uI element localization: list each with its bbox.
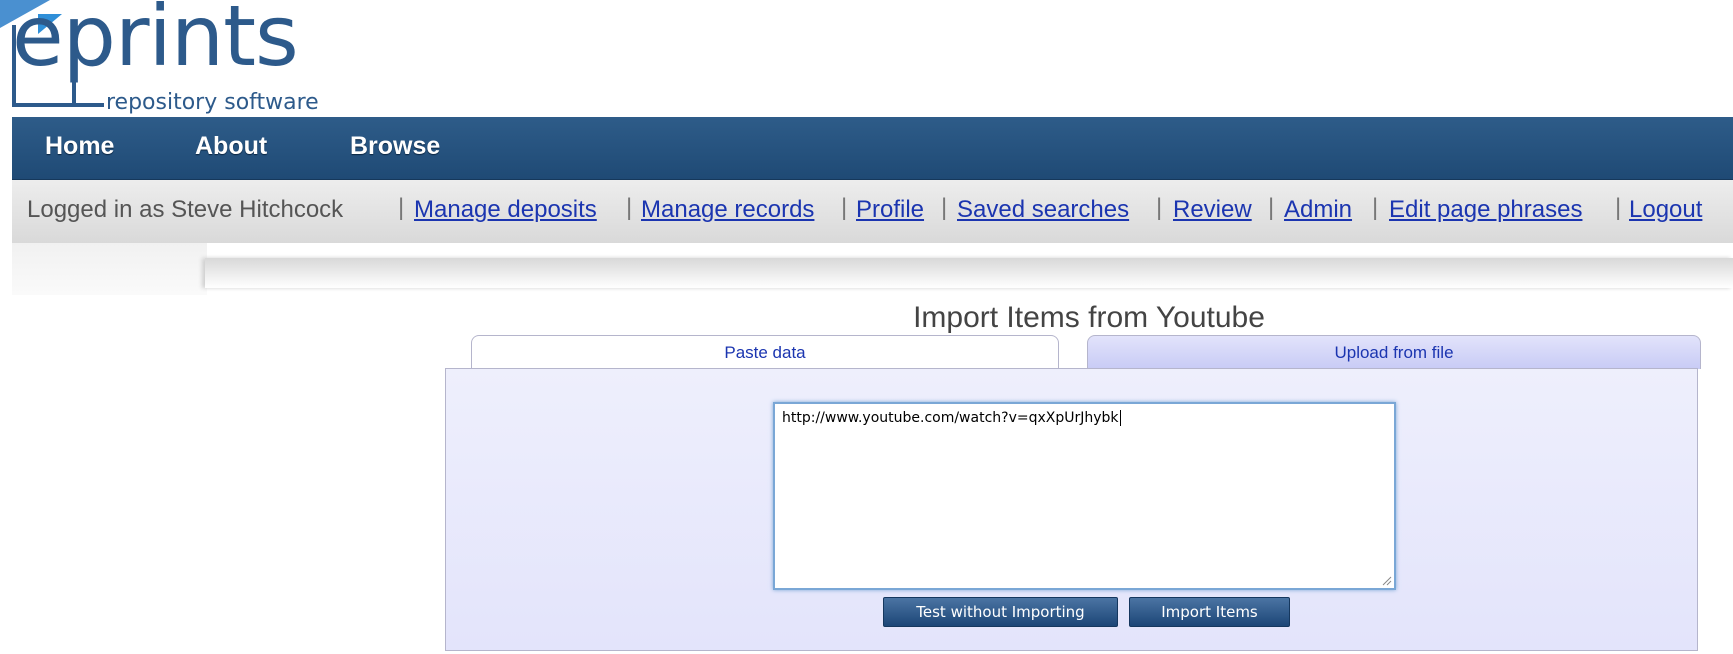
page: eprints repository software Home About B… — [0, 0, 1733, 654]
link-manage-records[interactable]: Manage records — [641, 196, 814, 224]
logo-wordmark: eprints — [12, 0, 299, 85]
separator: | — [1372, 194, 1379, 221]
separator: | — [398, 194, 405, 221]
content-shadow — [205, 258, 1733, 288]
user-bar: Logged in as Steve Hitchcock | Manage de… — [12, 180, 1733, 243]
paste-data-value: http://www.youtube.com/watch?v=qxXpUrJhy… — [782, 410, 1119, 426]
text-cursor — [1119, 410, 1121, 426]
left-shade — [12, 243, 207, 295]
tab-paste-data[interactable]: Paste data — [471, 335, 1059, 369]
separator: | — [1615, 194, 1622, 221]
link-saved-searches[interactable]: Saved searches — [957, 196, 1129, 224]
nav-home[interactable]: Home — [45, 132, 114, 161]
separator: | — [841, 194, 848, 221]
separator: | — [941, 194, 948, 221]
link-logout[interactable]: Logout — [1629, 196, 1702, 224]
link-edit-page-phrases[interactable]: Edit page phrases — [1389, 196, 1582, 224]
separator: | — [1156, 194, 1163, 221]
separator: | — [626, 194, 633, 221]
nav-about[interactable]: About — [195, 132, 267, 161]
paste-data-textarea[interactable]: http://www.youtube.com/watch?v=qxXpUrJhy… — [773, 402, 1396, 590]
import-items-button[interactable]: Import Items — [1129, 597, 1290, 627]
test-without-importing-button[interactable]: Test without Importing — [883, 597, 1118, 627]
link-admin[interactable]: Admin — [1284, 196, 1352, 224]
separator: | — [1268, 194, 1275, 221]
logged-in-text: Logged in as Steve Hitchcock — [27, 196, 344, 223]
link-profile[interactable]: Profile — [856, 196, 924, 224]
page-title: Import Items from Youtube — [913, 301, 1265, 334]
link-manage-deposits[interactable]: Manage deposits — [414, 196, 597, 224]
eprints-logo[interactable]: eprints repository software — [0, 0, 340, 118]
resize-grip-icon[interactable] — [1382, 576, 1392, 586]
top-navigation: Home About Browse — [12, 117, 1733, 181]
link-review[interactable]: Review — [1173, 196, 1252, 224]
nav-browse[interactable]: Browse — [350, 132, 440, 161]
logo-tagline: repository software — [106, 90, 319, 115]
tab-upload-from-file[interactable]: Upload from file — [1087, 335, 1701, 369]
